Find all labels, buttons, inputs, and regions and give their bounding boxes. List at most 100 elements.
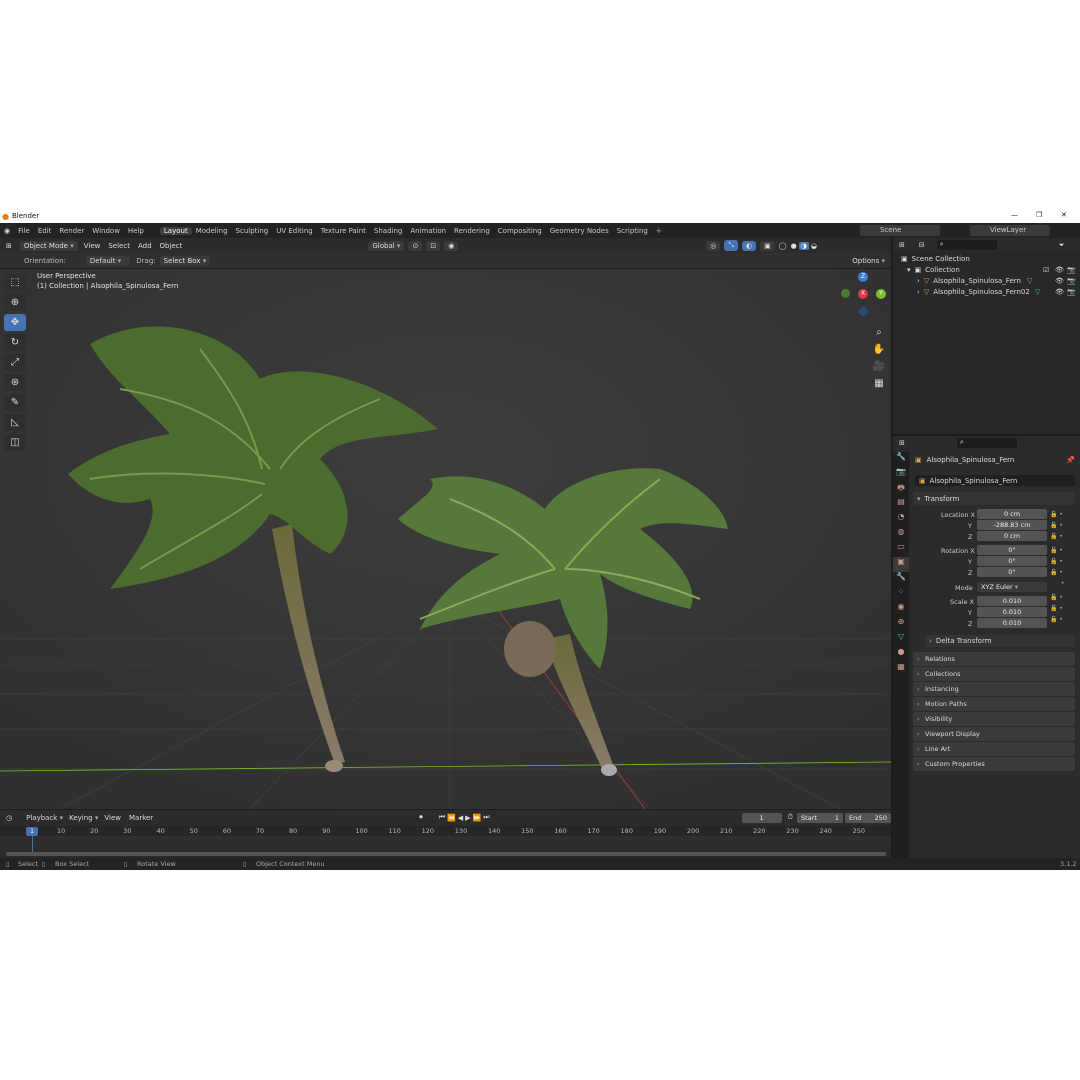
tab-geometry-nodes[interactable]: Geometry Nodes: [546, 227, 613, 235]
playback-menu[interactable]: Playback: [26, 814, 63, 822]
menu-object[interactable]: Object: [156, 242, 187, 250]
tab-sculpting[interactable]: Sculpting: [232, 227, 273, 235]
current-frame-field[interactable]: 1: [741, 812, 782, 823]
data-tab-icon[interactable]: ▽: [893, 632, 909, 647]
timeline-track-area[interactable]: [0, 836, 891, 850]
maximize-button[interactable]: ❐: [1036, 211, 1042, 219]
lock-icon[interactable]: 🔓 •: [1050, 531, 1074, 542]
collection-checkbox[interactable]: ☑: [1043, 266, 1049, 274]
scale-y-field[interactable]: 0.010: [977, 607, 1047, 617]
timeline-view-menu[interactable]: View: [104, 814, 121, 822]
rotation-x-field[interactable]: 0°: [977, 545, 1047, 555]
pan-icon[interactable]: ✋: [871, 344, 887, 358]
cursor-icon[interactable]: ⊕: [4, 294, 26, 311]
playhead[interactable]: 1: [26, 827, 38, 836]
relations-panel[interactable]: Relations: [913, 652, 1075, 666]
location-y-field[interactable]: -288.83 cm: [977, 520, 1047, 530]
menu-render[interactable]: Render: [55, 227, 88, 235]
lock-icon[interactable]: 🔓 •: [1050, 556, 1074, 567]
rotation-z-field[interactable]: 0°: [977, 567, 1047, 577]
jump-keyframe-back-icon[interactable]: ⏪: [447, 814, 456, 822]
object-render-icon[interactable]: 📷: [1067, 277, 1076, 285]
motion-paths-panel[interactable]: Motion Paths: [913, 697, 1075, 711]
menu-select[interactable]: Select: [104, 242, 134, 250]
lock-icon[interactable]: 🔓 •: [1050, 509, 1074, 520]
menu-view[interactable]: View: [80, 242, 105, 250]
menu-add[interactable]: Add: [134, 242, 156, 250]
zoom-icon[interactable]: ⌕: [871, 327, 887, 341]
select-box-icon[interactable]: ⬚: [4, 274, 26, 291]
scene-collection-row[interactable]: ▣ Scene Collection: [901, 255, 970, 263]
tab-animation[interactable]: Animation: [406, 227, 450, 235]
proportional-edit-icon[interactable]: ◉: [444, 240, 459, 251]
view-layer-tab-icon[interactable]: ▤: [893, 497, 909, 512]
expand-object-icon[interactable]: ›: [917, 277, 920, 285]
menu-file[interactable]: File: [14, 227, 34, 235]
viewlayer-selector[interactable]: ViewLayer: [970, 225, 1050, 236]
pivot-icon[interactable]: ⊙: [408, 240, 423, 251]
shading-wireframe-icon[interactable]: ◯: [777, 242, 789, 250]
scene-selector[interactable]: Scene: [860, 225, 940, 236]
tab-uv-editing[interactable]: UV Editing: [272, 227, 317, 235]
collection-visibility-icon[interactable]: 👁: [1055, 266, 1064, 274]
viewport-display-panel[interactable]: Viewport Display: [913, 727, 1075, 741]
jump-end-icon[interactable]: ⏭: [483, 813, 489, 822]
lock-icon[interactable]: 🔓 •: [1050, 520, 1074, 531]
particles-tab-icon[interactable]: ⁘: [893, 587, 909, 602]
shading-solid-icon[interactable]: ●: [789, 242, 799, 250]
collection-render-icon[interactable]: 📷: [1067, 266, 1076, 274]
jump-keyframe-forward-icon[interactable]: ⏩: [473, 814, 482, 822]
add-cube-icon[interactable]: ◫: [4, 434, 26, 451]
properties-search-input[interactable]: ⌕: [956, 438, 1017, 448]
jump-start-icon[interactable]: ⏮: [439, 813, 445, 822]
tab-texture-paint[interactable]: Texture Paint: [317, 227, 370, 235]
snap-icon[interactable]: ⊡: [426, 240, 441, 251]
blender-menu-icon[interactable]: ◉: [0, 227, 14, 235]
gizmo-toggle-icon[interactable]: ⤡: [724, 240, 739, 251]
tab-shading[interactable]: Shading: [370, 227, 406, 235]
scale-x-field[interactable]: 0.010: [977, 596, 1047, 606]
texture-tab-icon[interactable]: ▦: [893, 662, 909, 677]
custom-properties-panel[interactable]: Custom Properties: [913, 757, 1075, 771]
move-icon[interactable]: ✥: [4, 314, 26, 331]
gizmo-z-axis[interactable]: Z: [858, 272, 868, 282]
editor-type-icon[interactable]: ⊞: [2, 241, 16, 251]
material-tab-icon[interactable]: ●: [893, 647, 909, 662]
start-field[interactable]: Start 1: [797, 812, 843, 823]
collections-panel[interactable]: Collections: [913, 667, 1075, 681]
annotate-icon[interactable]: ✎: [4, 394, 26, 411]
expand-object-icon[interactable]: ›: [917, 288, 920, 296]
add-workspace-icon[interactable]: +: [652, 227, 666, 235]
gizmo-y-axis[interactable]: Y: [876, 289, 886, 299]
timeline-scrollbar[interactable]: [6, 852, 886, 856]
navigation-gizmo[interactable]: Z X Y: [840, 269, 886, 319]
3d-viewport[interactable]: User Perspective (1) Collection | Alsoph…: [0, 269, 891, 809]
world-tab-icon[interactable]: ◍: [893, 527, 909, 542]
outliner-editor-icon[interactable]: ⊞: [899, 241, 905, 249]
tab-layout[interactable]: Layout: [159, 226, 192, 235]
lock-icon[interactable]: 🔓 •: [1050, 614, 1074, 625]
visibility-icon[interactable]: ◎: [706, 240, 721, 251]
play-icon[interactable]: ▶: [465, 814, 470, 822]
filter-icon[interactable]: ⏷: [1059, 241, 1065, 250]
preview-range-icon[interactable]: ⏱: [788, 813, 793, 822]
lock-icon[interactable]: 🔓 •: [1050, 592, 1074, 603]
tab-compositing[interactable]: Compositing: [494, 227, 546, 235]
scene-tab-icon[interactable]: ◔: [893, 512, 909, 527]
drag-dropdown[interactable]: Select Box: [159, 255, 211, 266]
menu-window[interactable]: Window: [88, 227, 124, 235]
rotation-y-field[interactable]: 0°: [977, 556, 1047, 566]
tool-tab-icon[interactable]: 🔧: [893, 452, 909, 467]
modifier-tab-icon[interactable]: 🔧: [893, 572, 909, 587]
options-dropdown[interactable]: Options: [848, 256, 889, 266]
gizmo-neg-y[interactable]: [841, 289, 850, 298]
transform-icon[interactable]: ⊛: [4, 374, 26, 391]
timeline-editor-icon[interactable]: ◷: [6, 814, 12, 822]
output-tab-icon[interactable]: 🖶: [893, 482, 909, 497]
overlay-toggle-icon[interactable]: ◐: [742, 240, 757, 251]
lock-icon[interactable]: 🔓 •: [1050, 603, 1074, 614]
object-datablock-field[interactable]: ▣ Alsophila_Spinulosa_Fern: [915, 475, 1075, 486]
shading-material-icon[interactable]: ◑: [798, 241, 809, 250]
transform-panel-header[interactable]: ▾ Transform: [913, 492, 1075, 505]
constraints-tab-icon[interactable]: ⊕: [893, 617, 909, 632]
